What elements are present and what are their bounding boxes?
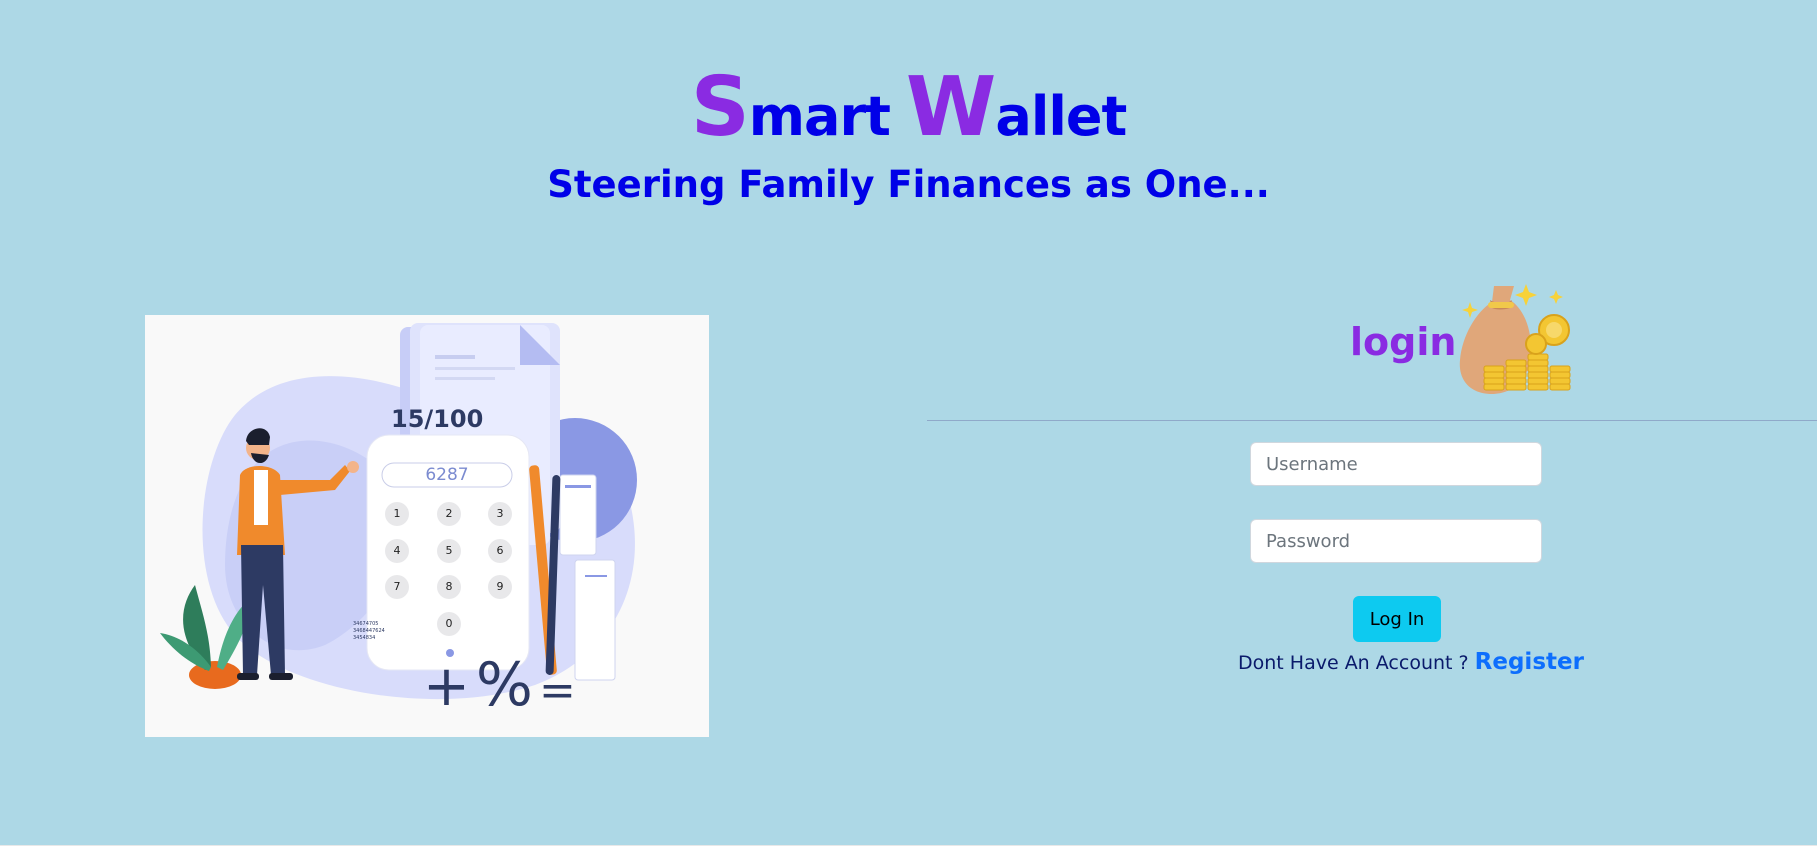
no-account-text: Dont Have An Account ? bbox=[1238, 652, 1469, 674]
score-label: 15/100 bbox=[391, 405, 484, 433]
calculator-key: 2 bbox=[437, 502, 461, 526]
calculator-key: 1 bbox=[385, 502, 409, 526]
money-bag-icon bbox=[1456, 280, 1576, 402]
section-divider bbox=[927, 420, 1817, 421]
calculator-key: 6 bbox=[488, 539, 512, 563]
calculator-key: 8 bbox=[437, 575, 461, 599]
tagline: Steering Family Finances as One... bbox=[547, 163, 1270, 206]
calculator-key: 9 bbox=[488, 575, 512, 599]
register-prompt: Dont Have An Account ? Register bbox=[1238, 649, 1584, 675]
brand-logo: Smart Wallet bbox=[0, 60, 1817, 155]
svg-text:3454834: 3454834 bbox=[353, 635, 375, 641]
brand-initial-s: S bbox=[690, 60, 750, 155]
login-button[interactable]: Log In bbox=[1353, 596, 1441, 642]
register-link[interactable]: Register bbox=[1475, 649, 1584, 675]
calculator-key: 0 bbox=[437, 612, 461, 636]
calculator-display: 6287 bbox=[425, 465, 469, 485]
calculator-key: 3 bbox=[488, 502, 512, 526]
brand-word-mart: mart bbox=[748, 85, 891, 148]
calculator-key: 5 bbox=[437, 539, 461, 563]
password-input[interactable] bbox=[1250, 519, 1542, 563]
login-heading: login bbox=[1350, 320, 1457, 364]
finance-illustration: 34674705 3468447624 3454834 15/100 6287 … bbox=[145, 315, 709, 737]
svg-text:3468447624: 3468447624 bbox=[353, 628, 385, 634]
calculator-key: 4 bbox=[385, 539, 409, 563]
equals-symbol: = bbox=[538, 665, 582, 716]
brand-word-allet: allet bbox=[995, 85, 1127, 148]
svg-text:34674705: 34674705 bbox=[353, 621, 378, 627]
math-operators: +%= bbox=[423, 655, 582, 721]
calculator-key: 7 bbox=[385, 575, 409, 599]
username-input[interactable] bbox=[1250, 442, 1542, 486]
percent-symbol: % bbox=[475, 650, 539, 720]
plus-symbol: + bbox=[423, 654, 476, 719]
brand-initial-w: W bbox=[905, 60, 996, 155]
